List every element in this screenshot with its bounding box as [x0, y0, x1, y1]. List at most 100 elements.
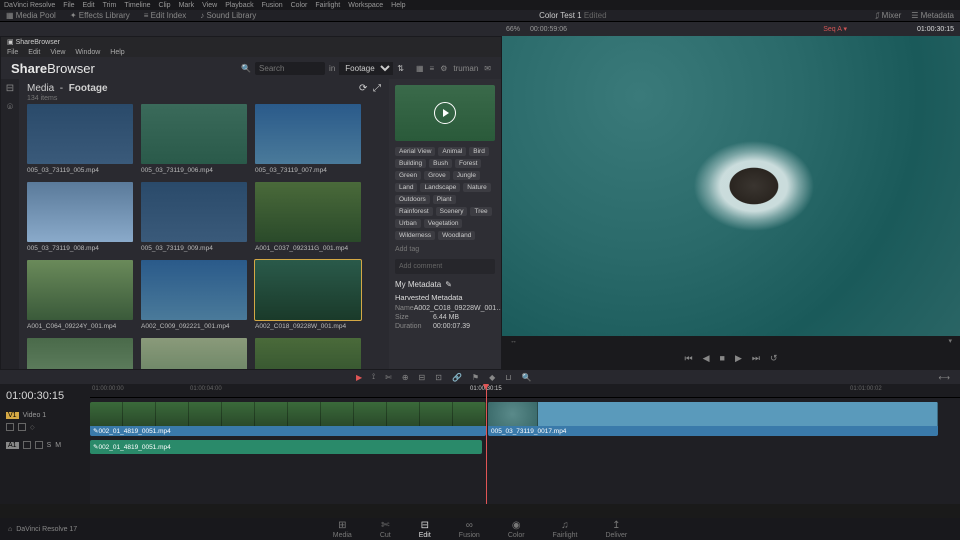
menu-item[interactable]: Timeline: [124, 2, 150, 9]
zoom-level[interactable]: 66%: [506, 26, 520, 33]
sound-library-toggle[interactable]: ♪ Sound Library: [200, 11, 256, 20]
comment-input[interactable]: Add comment: [395, 259, 495, 274]
play-button[interactable]: ▶: [735, 353, 742, 364]
thumbnail-item[interactable]: A002_C009_092221_001.mp4: [141, 260, 247, 330]
search-scope-select[interactable]: Footage: [339, 62, 393, 75]
tag-chip[interactable]: Animal: [438, 147, 466, 156]
loop-button[interactable]: ↺: [770, 353, 778, 364]
tab-color[interactable]: ◉Color: [508, 520, 525, 539]
link-icon[interactable]: 🔗: [450, 373, 464, 382]
search-input[interactable]: [255, 62, 325, 75]
video-clip[interactable]: 005_03_73119_0017.mp4: [488, 402, 938, 436]
menu-item[interactable]: Fairlight: [315, 2, 340, 9]
play-icon[interactable]: [434, 102, 456, 124]
thumbnail-item[interactable]: A001_C064_09224Y_001.mp4: [27, 260, 133, 330]
user-label[interactable]: truman: [453, 64, 478, 73]
marker-tool[interactable]: ◆: [487, 373, 497, 382]
tag-chip[interactable]: Aerial View: [395, 147, 435, 156]
thumbnail-item[interactable]: A002_C018_09228W_001.mp4: [27, 338, 133, 369]
mail-icon[interactable]: ✉: [484, 64, 491, 73]
tag-chip[interactable]: Landscape: [420, 183, 460, 192]
video-track-header[interactable]: V1Video 1: [6, 410, 84, 421]
thumbnail-item[interactable]: 005_03_73119_009.mp4: [141, 182, 247, 252]
breadcrumb[interactable]: Media - Footage: [27, 83, 108, 94]
viewer-canvas[interactable]: [502, 36, 960, 336]
tag-chip[interactable]: Vegetation: [424, 219, 463, 228]
thumbnail-item[interactable]: A002_C076_092251_001.mp4: [255, 338, 361, 369]
tag-chip[interactable]: Jungle: [453, 171, 480, 180]
replace-tool[interactable]: ⊡: [433, 373, 444, 382]
tag-chip[interactable]: Scenery: [436, 207, 468, 216]
menu-item[interactable]: Edit: [83, 2, 95, 9]
audio-clip[interactable]: ✎ 002_01_4819_0051.mp4: [90, 440, 482, 454]
tab-media[interactable]: ⊞Media: [333, 520, 352, 539]
menu-item[interactable]: Help: [391, 2, 405, 9]
tag-chip[interactable]: Rainforest: [395, 207, 433, 216]
tag-chip[interactable]: Tree: [470, 207, 491, 216]
thumbnail-item[interactable]: A002_C018_09228W_001.mp4: [255, 260, 361, 330]
tab-edit[interactable]: ⊟Edit: [419, 520, 431, 539]
video-clip[interactable]: ✎ 002_01_4819_0051.mp4: [90, 402, 486, 436]
edit-icon[interactable]: ✎: [445, 280, 452, 289]
marker-icon[interactable]: ▾: [948, 337, 952, 345]
overwrite-tool[interactable]: ⊟: [417, 373, 428, 382]
tag-icon[interactable]: ⌾: [7, 102, 13, 113]
menu-item[interactable]: Workspace: [348, 2, 383, 9]
preview-thumbnail[interactable]: [395, 85, 495, 141]
menu-item[interactable]: Mark: [179, 2, 195, 9]
thumbnail-item[interactable]: 005_03_73119_005.mp4: [27, 104, 133, 174]
grid-view-icon[interactable]: ▦: [416, 64, 424, 73]
sb-menu-item[interactable]: File: [7, 49, 18, 56]
tag-chip[interactable]: Building: [395, 159, 426, 168]
thumbnail-item[interactable]: 005_03_73119_006.mp4: [141, 104, 247, 174]
refresh-icon[interactable]: ⟳: [359, 83, 367, 94]
tag-chip[interactable]: Nature: [463, 183, 491, 192]
my-metadata-header[interactable]: My Metadata ✎: [395, 280, 495, 289]
tag-chip[interactable]: Grove: [424, 171, 450, 180]
flag-icon[interactable]: ⚑: [470, 373, 481, 382]
menu-item[interactable]: Clip: [159, 2, 171, 9]
tag-chip[interactable]: Urban: [395, 219, 421, 228]
menu-item[interactable]: Fusion: [262, 2, 283, 9]
menu-item[interactable]: Playback: [225, 2, 253, 9]
viewer-tool-icon[interactable]: ↔: [510, 338, 517, 345]
lock-icon[interactable]: [6, 423, 14, 431]
menu-item[interactable]: Trim: [103, 2, 117, 9]
menu-item[interactable]: File: [63, 2, 74, 9]
expand-icon[interactable]: ⤢: [373, 83, 381, 94]
tab-fairlight[interactable]: ♫Fairlight: [553, 520, 578, 539]
sb-menu-item[interactable]: Help: [110, 49, 124, 56]
list-view-icon[interactable]: ≡: [430, 64, 435, 73]
menu-item[interactable]: View: [202, 2, 217, 9]
tag-chip[interactable]: Plant: [433, 195, 456, 204]
mixer-toggle[interactable]: ⎎ Mixer: [875, 11, 901, 21]
edit-index-toggle[interactable]: ≡ Edit Index: [144, 11, 186, 20]
tab-deliver[interactable]: ↥Deliver: [605, 520, 627, 539]
tab-fusion[interactable]: ∞Fusion: [459, 520, 480, 539]
menu-item[interactable]: DaVinci Resolve: [4, 2, 55, 9]
tag-chip[interactable]: Bird: [469, 147, 489, 156]
tag-chip[interactable]: Outdoors: [395, 195, 430, 204]
audio-track-header[interactable]: A1SM: [6, 439, 84, 451]
sb-menu-item[interactable]: Edit: [28, 49, 40, 56]
tag-chip[interactable]: Green: [395, 171, 421, 180]
media-pool-toggle[interactable]: ▦ Media Pool: [6, 11, 56, 20]
play-reverse-button[interactable]: ◀: [703, 353, 710, 364]
metadata-toggle[interactable]: ☰ Metadata: [911, 11, 954, 21]
gear-icon[interactable]: ⚙: [440, 64, 447, 73]
filter-icon[interactable]: ⇅: [397, 64, 404, 73]
zoom-icon[interactable]: 🔍: [520, 373, 534, 382]
timeline-options-icon[interactable]: ⟷: [937, 373, 952, 382]
stop-button[interactable]: ■: [720, 353, 725, 363]
thumbnail-item[interactable]: A001_C037_092311G_001.mp4: [255, 182, 361, 252]
sequence-selector[interactable]: Seq A ▾: [823, 25, 847, 33]
tag-chip[interactable]: Land: [395, 183, 417, 192]
thumbnail-item[interactable]: 005_03_73119_007.mp4: [255, 104, 361, 174]
timeline-tracks[interactable]: 01:00:00:00 01:00:04:00 01:00:30:15 01:0…: [90, 384, 960, 504]
effects-library-toggle[interactable]: ✦ Effects Library: [70, 11, 130, 20]
tag-chip[interactable]: Wilderness: [395, 231, 435, 240]
playhead[interactable]: [486, 384, 487, 504]
timeline-ruler[interactable]: 01:00:00:00 01:00:04:00 01:00:30:15 01:0…: [90, 384, 960, 398]
add-tag-link[interactable]: Add tag: [395, 246, 495, 253]
snap-icon[interactable]: ⊔: [503, 373, 513, 382]
